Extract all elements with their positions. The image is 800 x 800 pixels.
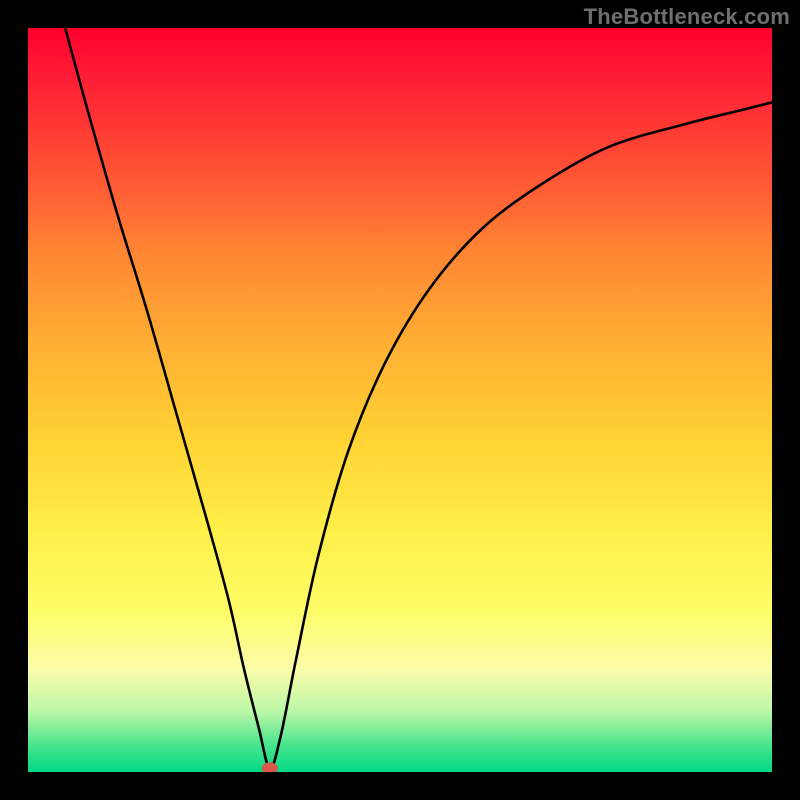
bottleneck-curve bbox=[28, 28, 772, 772]
chart-frame: TheBottleneck.com bbox=[0, 0, 800, 800]
plot-area bbox=[28, 28, 772, 772]
curve-path bbox=[65, 28, 772, 768]
optimal-point-marker bbox=[262, 762, 278, 772]
watermark-text: TheBottleneck.com bbox=[584, 4, 790, 30]
